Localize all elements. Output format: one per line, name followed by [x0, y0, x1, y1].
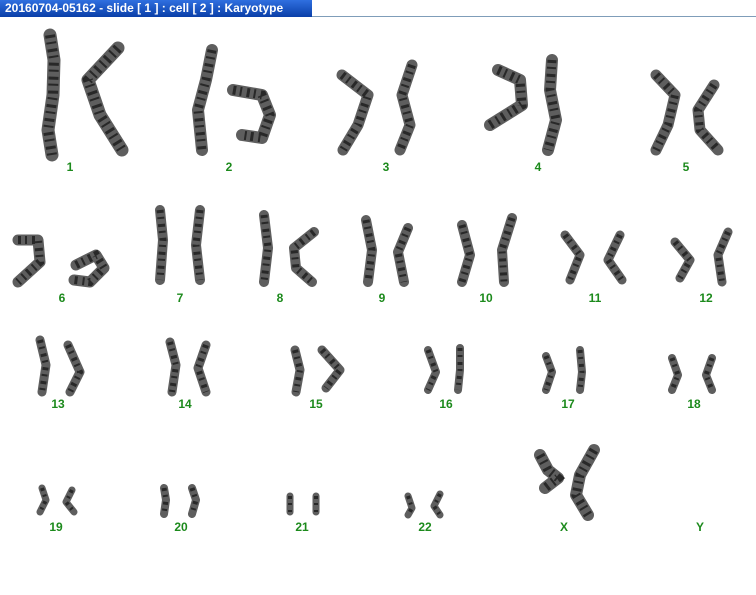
- chromosome-9-right[interactable]: [393, 223, 413, 287]
- window-title: 20160704-05162 - slide [ 1 ] : cell [ 2 …: [0, 0, 312, 17]
- chromosome-11-right[interactable]: [603, 230, 627, 285]
- chromosome-4-right[interactable]: [542, 54, 562, 156]
- chromosome-5-left[interactable]: [650, 69, 681, 156]
- chromosome-label-Y: Y: [695, 520, 704, 534]
- chromosome-16-left[interactable]: [424, 346, 440, 394]
- chromosome-4-left[interactable]: [484, 64, 528, 131]
- chromosome-X-right[interactable]: [570, 444, 600, 521]
- chromosome-label-22: 22: [418, 520, 432, 534]
- chromosome-6-right[interactable]: [68, 249, 110, 288]
- chromosome-9-left[interactable]: [361, 215, 377, 287]
- chromosome-3-left[interactable]: [336, 69, 374, 156]
- chromosome-10-left[interactable]: [457, 220, 475, 287]
- chromosome-15-left[interactable]: [290, 345, 305, 397]
- chromosome-label-7: 7: [176, 291, 184, 305]
- chromosome-label-17: 17: [561, 397, 575, 411]
- chromosome-8-left[interactable]: [259, 210, 273, 287]
- chromosome-label-21: 21: [295, 520, 309, 534]
- chromosome-2-right[interactable]: [227, 84, 276, 144]
- chromosome-label-4: 4: [534, 160, 542, 174]
- chromosome-label-5: 5: [682, 160, 690, 174]
- chromosome-19-right[interactable]: [62, 486, 78, 516]
- chromosome-label-8: 8: [276, 291, 284, 305]
- chromosome-label-1: 1: [66, 160, 74, 174]
- chromosome-label-2: 2: [225, 160, 233, 174]
- karyotype-panel: 1 2 3 4 5 6 7 8 9 10 11 12 13 14 15 16 17 18 19 20 21 22 X Y: [0, 17, 756, 595]
- chromosome-3-right[interactable]: [394, 59, 418, 156]
- chromosome-label-6: 6: [58, 291, 66, 305]
- chromosome-label-20: 20: [174, 520, 188, 534]
- chromosome-16-right[interactable]: [454, 344, 464, 394]
- chromosome-17-right[interactable]: [576, 346, 586, 394]
- chromosome-12-right[interactable]: [713, 227, 733, 287]
- chromosome-14-right[interactable]: [193, 340, 211, 397]
- chromosome-20-left[interactable]: [160, 484, 170, 518]
- chromosome-label-14: 14: [178, 397, 192, 411]
- chromosome-label-X: X: [559, 520, 568, 534]
- chromosome-14-left[interactable]: [165, 337, 181, 397]
- chromosome-5-right[interactable]: [692, 79, 724, 156]
- chromosome-15-right[interactable]: [317, 345, 345, 393]
- chromosome-label-18: 18: [687, 397, 701, 411]
- chromosome-12-left[interactable]: [670, 237, 695, 283]
- chromosome-X-left[interactable]: [534, 449, 566, 494]
- chromosome-20-right[interactable]: [188, 484, 200, 518]
- chromosome-1-left[interactable]: [41, 28, 61, 162]
- chromosome-label-11: 11: [588, 291, 602, 305]
- chromosome-17-left[interactable]: [542, 352, 556, 394]
- chromosome-22-right[interactable]: [430, 490, 444, 519]
- chromosome-label-15: 15: [309, 397, 323, 411]
- chromosome-10-right[interactable]: [497, 213, 517, 287]
- chromosome-7-right[interactable]: [191, 205, 205, 285]
- chromosome-11-left[interactable]: [560, 230, 585, 285]
- chromosome-19-left[interactable]: [36, 484, 50, 516]
- chromosome-label-10: 10: [479, 291, 493, 305]
- chromosome-18-right[interactable]: [702, 354, 716, 394]
- chromosome-canvas: [12, 28, 733, 521]
- chromosome-label-19: 19: [49, 520, 63, 534]
- chromosome-2-left[interactable]: [192, 44, 218, 156]
- chromosome-label-13: 13: [51, 397, 65, 411]
- chromosome-label-16: 16: [439, 397, 453, 411]
- chromosome-1-right[interactable]: [81, 41, 129, 157]
- chromosome-label-3: 3: [382, 160, 390, 174]
- chromosome-label-9: 9: [378, 291, 386, 305]
- chromosome-18-left[interactable]: [668, 354, 682, 394]
- chromosome-8-right[interactable]: [289, 227, 319, 287]
- chromosome-13-right[interactable]: [63, 340, 85, 397]
- chromosome-label-12: 12: [699, 291, 713, 305]
- chromosome-6-left[interactable]: [12, 234, 46, 288]
- chromosome-22-left[interactable]: [404, 492, 416, 519]
- chromosome-13-left[interactable]: [35, 335, 51, 397]
- chromosome-7-left[interactable]: [155, 205, 168, 285]
